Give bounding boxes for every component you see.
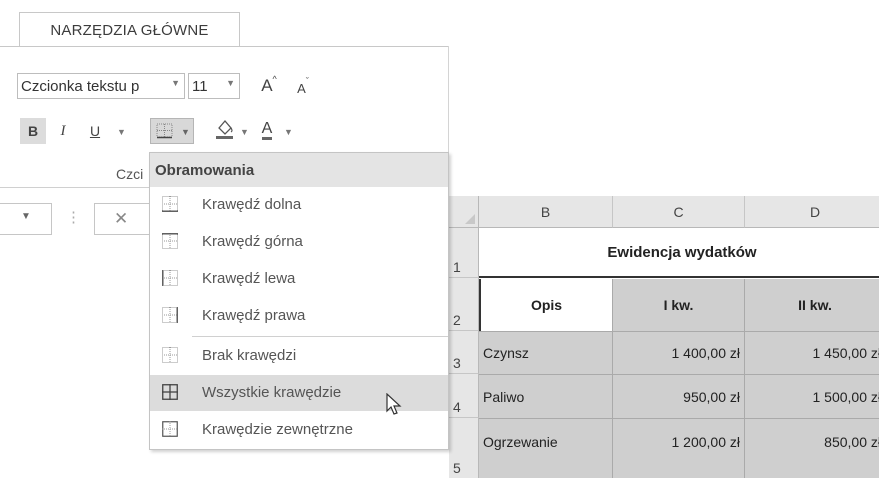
borders-menu: Obramowania Krawędź dolna Krawędź górna … bbox=[149, 152, 449, 450]
sheet-title-cell[interactable]: Ewidencja wydatków bbox=[479, 228, 879, 278]
borders-button[interactable]: ▼ bbox=[150, 118, 194, 144]
border-bottom-icon bbox=[162, 196, 178, 212]
font-size-combo[interactable]: 11 ▼ bbox=[188, 73, 240, 99]
table-cell[interactable]: Paliwo bbox=[479, 374, 613, 418]
menu-item-label: Wszystkie krawędzie bbox=[202, 384, 342, 401]
border-top-icon bbox=[162, 233, 178, 249]
grow-font-button[interactable]: A ^ bbox=[258, 74, 280, 98]
row-header-2[interactable]: 2 bbox=[449, 278, 479, 331]
table-cell[interactable]: Ogrzewanie bbox=[479, 418, 613, 478]
font-size-value: 11 bbox=[192, 77, 208, 95]
italic-button[interactable]: I bbox=[52, 118, 74, 144]
caret-down-icon: ˇ bbox=[305, 76, 309, 86]
border-all-icon bbox=[162, 384, 178, 400]
grow-font-icon: A bbox=[261, 76, 273, 95]
row-header-4[interactable]: 4 bbox=[449, 374, 479, 418]
font-color-icon: A bbox=[261, 120, 273, 140]
border-none-icon bbox=[162, 347, 178, 363]
fill-color-button[interactable] bbox=[214, 117, 238, 143]
border-outside-icon bbox=[162, 421, 178, 437]
row-header-3[interactable]: 3 bbox=[449, 331, 479, 374]
underline-button[interactable]: U bbox=[84, 118, 106, 144]
menu-item-border-left[interactable]: Krawędź lewa bbox=[150, 261, 448, 297]
border-right-icon bbox=[162, 307, 178, 323]
menu-separator bbox=[192, 336, 448, 337]
border-left-icon bbox=[162, 270, 178, 286]
table-cell[interactable]: 1 450,00 zł bbox=[745, 331, 879, 374]
column-header-b[interactable]: B bbox=[479, 196, 613, 228]
header-cell-q2[interactable]: II kw. bbox=[745, 279, 879, 331]
menu-item-border-outside[interactable]: Krawędzie zewnętrzne bbox=[150, 412, 448, 448]
chevron-down-icon[interactable]: ▼ bbox=[226, 78, 235, 88]
menu-item-label: Krawędź lewa bbox=[202, 270, 296, 287]
chevron-down-icon[interactable]: ▼ bbox=[171, 78, 180, 88]
table-cell[interactable]: Czynsz bbox=[479, 331, 613, 374]
column-header-d[interactable]: D bbox=[745, 196, 879, 228]
paint-bucket-icon bbox=[216, 120, 233, 139]
menu-item-border-right[interactable]: Krawędź prawa bbox=[150, 298, 448, 334]
header-cell-q1[interactable]: I kw. bbox=[613, 279, 745, 331]
shrink-font-button[interactable]: Aˇ bbox=[292, 76, 314, 100]
menu-item-label: Brak krawędzi bbox=[202, 347, 297, 364]
column-header-c[interactable]: C bbox=[613, 196, 745, 228]
font-group-label: Czci bbox=[116, 166, 144, 182]
underline-dropdown-icon[interactable]: ▼ bbox=[117, 127, 126, 137]
borders-menu-header: Obramowania bbox=[150, 153, 448, 187]
ribbon-divider bbox=[0, 46, 449, 47]
font-color-button[interactable]: A bbox=[256, 117, 278, 143]
menu-item-label: Krawędzie zewnętrzne bbox=[202, 421, 353, 438]
shrink-font-icon: A bbox=[297, 80, 306, 96]
menu-item-label: Krawędź dolna bbox=[202, 196, 302, 213]
menu-item-border-none[interactable]: Brak krawędzi bbox=[150, 338, 448, 374]
bold-label: B bbox=[27, 123, 39, 139]
border-bottom-icon bbox=[156, 123, 173, 139]
font-color-dropdown-icon[interactable]: ▼ bbox=[284, 127, 293, 137]
table-cell[interactable]: 1 200,00 zł bbox=[613, 418, 745, 478]
table-cell[interactable]: 850,00 zł bbox=[745, 418, 879, 478]
fill-color-dropdown-icon[interactable]: ▼ bbox=[240, 127, 249, 137]
font-name-value: Czcionka tekstu p bbox=[21, 77, 140, 95]
row-header-5[interactable]: 5 bbox=[449, 418, 479, 478]
formula-bar-separator: ⋮ bbox=[66, 209, 81, 226]
italic-label: I bbox=[60, 122, 66, 139]
name-box[interactable]: ▼ bbox=[0, 203, 52, 235]
borders-dropdown-icon[interactable]: ▼ bbox=[181, 127, 190, 137]
header-cell-opis[interactable]: Opis bbox=[479, 279, 613, 331]
table-cell[interactable]: 1 500,00 zł bbox=[745, 374, 879, 418]
menu-item-border-bottom[interactable]: Krawędź dolna bbox=[150, 187, 448, 223]
chevron-down-icon[interactable]: ▼ bbox=[21, 211, 31, 222]
menu-item-border-top[interactable]: Krawędź górna bbox=[150, 224, 448, 260]
tab-home[interactable]: NARZĘDZIA GŁÓWNE bbox=[19, 12, 240, 47]
row-header-1[interactable]: 1 bbox=[449, 228, 479, 278]
bold-button[interactable]: B bbox=[20, 118, 46, 144]
close-icon: ✕ bbox=[114, 209, 129, 228]
menu-item-label: Krawędź prawa bbox=[202, 307, 306, 324]
menu-item-label: Krawędź górna bbox=[202, 233, 303, 250]
underline-label: U bbox=[89, 123, 101, 139]
table-cell[interactable]: 950,00 zł bbox=[613, 374, 745, 418]
corner-triangle-icon bbox=[465, 214, 475, 224]
cancel-formula-button[interactable]: ✕ bbox=[94, 203, 150, 235]
select-all-corner[interactable] bbox=[449, 196, 479, 228]
caret-up-icon: ^ bbox=[272, 74, 277, 84]
menu-item-border-all[interactable]: Wszystkie krawędzie bbox=[150, 375, 448, 415]
table-cell[interactable]: 1 400,00 zł bbox=[613, 331, 745, 374]
font-name-combo[interactable]: Czcionka tekstu p ▼ bbox=[17, 73, 185, 99]
